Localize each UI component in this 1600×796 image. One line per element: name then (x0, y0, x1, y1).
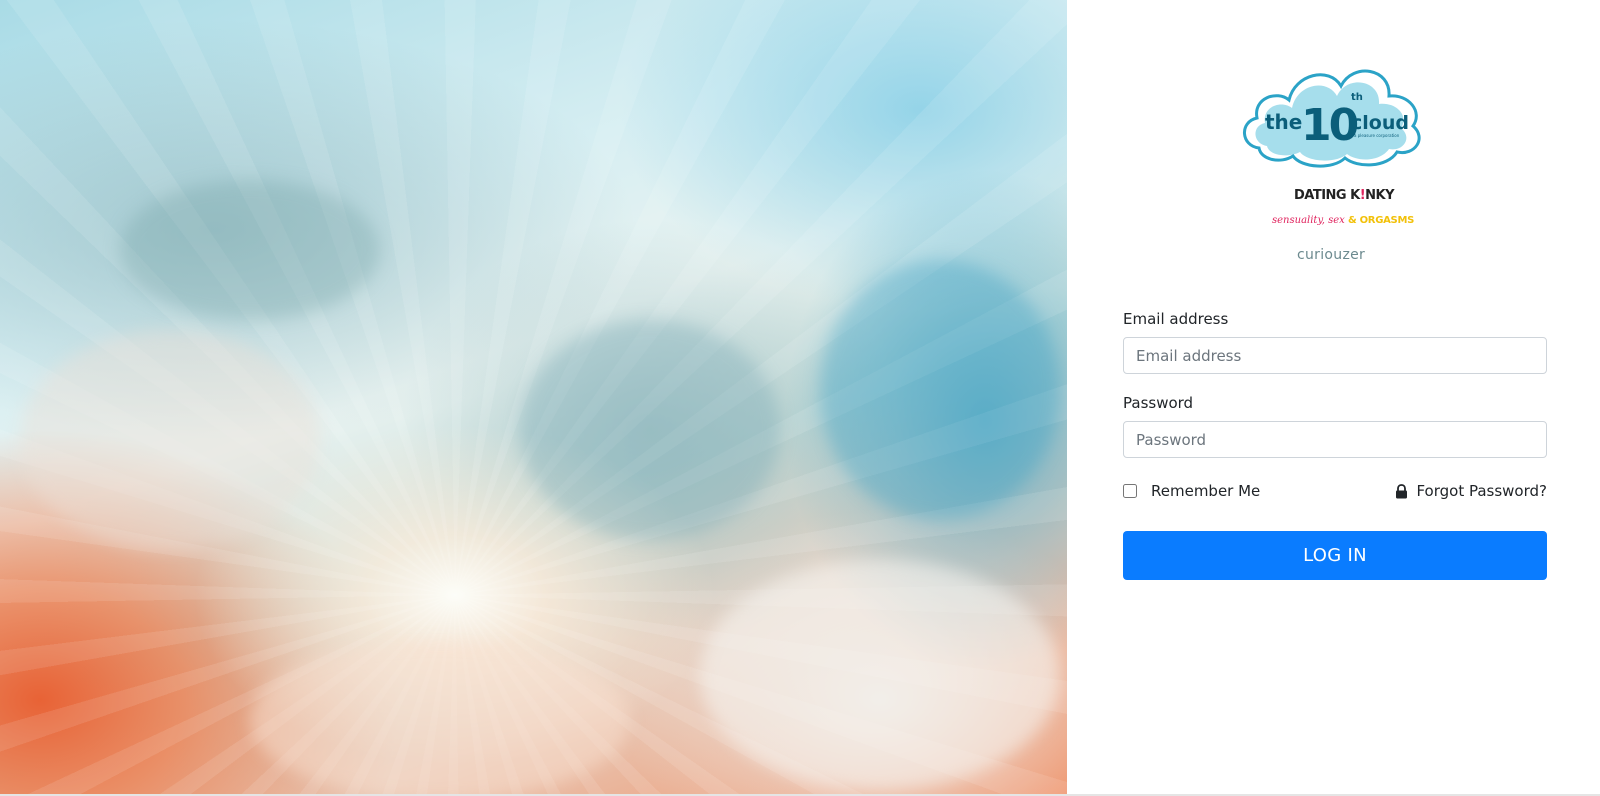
cloud-shape (520, 320, 780, 540)
email-input[interactable] (1123, 337, 1547, 374)
forgot-password-label: Forgot Password? (1416, 482, 1547, 500)
logo-word-cloud: cloud (1351, 112, 1409, 134)
password-group: Password (1123, 394, 1547, 458)
logo-word-th: th (1351, 92, 1363, 103)
email-label: Email address (1123, 310, 1229, 328)
logo-curiouzer: curiouzer (1297, 247, 1366, 263)
logo-word-10: 10 (1301, 100, 1358, 151)
remember-me-checkbox[interactable] (1123, 484, 1137, 498)
logo-dating-kinky: DATING K!NKY (1294, 188, 1395, 203)
logo-word-the: the (1265, 110, 1302, 134)
password-input[interactable] (1123, 421, 1547, 458)
cloud-shape (700, 560, 1060, 790)
cloud-shape (820, 260, 1060, 520)
logo-orgasms: & ORGASMS (1348, 215, 1415, 226)
logo-sensuality-script: sensuality, sex (1272, 215, 1345, 226)
logo-sensuality: sensuality, sex & ORGASMS (1272, 215, 1414, 226)
cloud-shape (120, 180, 380, 320)
remember-me[interactable]: Remember Me (1123, 482, 1260, 500)
remember-me-label: Remember Me (1151, 482, 1261, 500)
forgot-password-link[interactable]: Forgot Password? (1395, 482, 1547, 500)
lock-icon (1396, 483, 1408, 498)
options-row: Remember Me Forgot Password? (1123, 478, 1547, 504)
email-group: Email address (1123, 310, 1547, 374)
brand-logo: the 10 th cloud a pleasure corporation (1243, 69, 1421, 168)
login-form: Email address Password Remember Me Forgo… (1123, 310, 1547, 580)
logo-tagline: a pleasure corporation (1354, 133, 1400, 138)
login-button[interactable]: LOG IN (1123, 531, 1547, 580)
password-label: Password (1123, 394, 1194, 412)
cloud-shape (250, 640, 630, 794)
cloud-shape (20, 330, 320, 550)
hero-cloud-image (0, 0, 1067, 794)
